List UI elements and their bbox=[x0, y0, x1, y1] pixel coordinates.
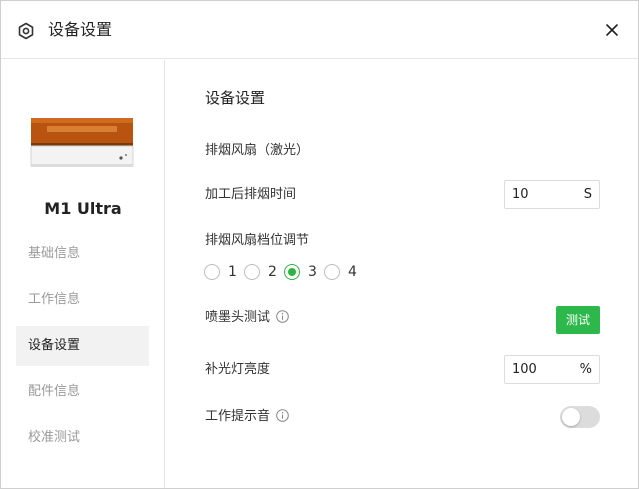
info-icon[interactable] bbox=[276, 409, 289, 422]
sidebar: M1 Ultra 基础信息 工作信息 设备设置 配件信息 校准测试 bbox=[1, 60, 165, 488]
fan-level-option-3: 3 bbox=[308, 264, 317, 280]
fill-light-value: 100 bbox=[512, 362, 537, 377]
fill-light-label: 补光灯亮度 bbox=[205, 362, 271, 377]
info-icon[interactable] bbox=[276, 310, 289, 323]
device-settings-dialog: 设备设置 M1 Ultra 基础信息 工作信息 设备设置 配件信息 校准测试 设… bbox=[0, 0, 639, 489]
fan-level-radio-4[interactable] bbox=[324, 264, 340, 280]
exhaust-fan-label: 排烟风扇（激光） bbox=[205, 143, 310, 158]
sidebar-item-device-settings[interactable]: 设备设置 bbox=[16, 326, 149, 366]
post-exhaust-time-value: 10 bbox=[512, 187, 529, 202]
post-exhaust-time-input[interactable]: 10 S bbox=[504, 180, 600, 209]
fan-level-label: 排烟风扇档位调节 bbox=[205, 233, 310, 248]
fan-level-option-2: 2 bbox=[268, 264, 277, 280]
nozzle-test-row: 喷墨头测试 bbox=[205, 309, 289, 327]
work-sound-row: 工作提示音 bbox=[205, 408, 289, 426]
toggle-knob bbox=[562, 408, 580, 426]
sidebar-item-accessory-info[interactable]: 配件信息 bbox=[16, 372, 149, 412]
nozzle-test-button[interactable]: 测试 bbox=[556, 306, 600, 334]
device-image bbox=[30, 118, 134, 167]
sidebar-item-work-info[interactable]: 工作信息 bbox=[16, 280, 149, 320]
settings-hexagon-icon bbox=[18, 22, 34, 40]
fan-level-radio-2[interactable] bbox=[244, 264, 260, 280]
close-icon[interactable] bbox=[601, 19, 623, 41]
fan-level-radio-3[interactable] bbox=[284, 264, 300, 280]
dialog-title: 设备设置 bbox=[48, 20, 113, 39]
fan-level-option-4: 4 bbox=[348, 264, 357, 280]
sidebar-item-calibration-test[interactable]: 校准测试 bbox=[16, 418, 149, 458]
nozzle-test-label: 喷墨头测试 bbox=[205, 310, 271, 325]
device-name: M1 Ultra bbox=[44, 199, 122, 218]
settings-panel: 设备设置 排烟风扇（激光） 加工后排烟时间 10 S 排烟风扇档位调节 1 2 … bbox=[165, 60, 638, 488]
fill-light-input[interactable]: 100 % bbox=[504, 355, 600, 384]
section-title: 设备设置 bbox=[205, 89, 266, 107]
post-exhaust-time-unit: S bbox=[583, 187, 592, 202]
work-sound-label: 工作提示音 bbox=[205, 409, 271, 424]
fan-level-option-1: 1 bbox=[228, 264, 237, 280]
sidebar-item-basic-info[interactable]: 基础信息 bbox=[16, 234, 149, 274]
post-exhaust-time-label: 加工后排烟时间 bbox=[205, 187, 297, 202]
fan-level-radio-1[interactable] bbox=[204, 264, 220, 280]
title-bar: 设备设置 bbox=[1, 1, 638, 59]
work-sound-toggle[interactable] bbox=[560, 406, 600, 428]
fill-light-unit: % bbox=[579, 362, 592, 377]
